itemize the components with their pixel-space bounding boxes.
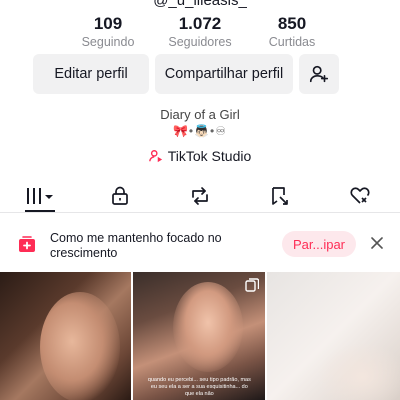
stat-following-label: Seguindo: [81, 35, 135, 49]
video-grid: quando eu percebi... seu tipo padrão, ma…: [0, 272, 400, 400]
close-icon[interactable]: [369, 235, 385, 251]
tab-liked[interactable]: [320, 180, 400, 212]
stat-likes-value: 850: [277, 14, 307, 33]
thumbnail-image: [173, 282, 244, 372]
promo-banner: Como me mantenho focado no crescimento P…: [0, 219, 400, 269]
add-user-icon: [309, 65, 329, 83]
stat-likes[interactable]: 850 Curtidas: [246, 14, 338, 50]
lock-icon: [112, 186, 128, 205]
tab-videos[interactable]: [0, 180, 80, 212]
banner-text: Como me mantenho focado no crescimento: [50, 231, 222, 260]
tab-reposts[interactable]: [160, 180, 240, 212]
stat-likes-label: Curtidas: [268, 35, 316, 49]
stat-followers-value: 1.072: [178, 14, 222, 33]
stat-followers-label: Seguidores: [168, 35, 232, 49]
studio-label: TikTok Studio: [167, 148, 252, 164]
thumbnail-image: [316, 342, 400, 400]
content-tabs: [0, 180, 400, 212]
profile-handle: @_u_illeasis_: [153, 0, 247, 9]
plus-badge-icon: [19, 236, 35, 252]
video-thumbnail[interactable]: [266, 272, 400, 400]
tab-private[interactable]: [80, 180, 160, 212]
repost-icon: [192, 187, 208, 205]
video-thumbnail[interactable]: [0, 272, 132, 400]
profile-stats: 109 Seguindo 1.072 Seguidores 850 Curtid…: [0, 14, 400, 50]
studio-icon: [148, 150, 162, 163]
bookmark-icon: [272, 187, 288, 205]
share-profile-button[interactable]: Compartilhar perfil: [155, 54, 293, 94]
profile-actions: Editar perfil Compartilhar perfil: [33, 54, 339, 94]
video-thumbnail[interactable]: quando eu percebi... seu tipo padrão, ma…: [133, 272, 265, 400]
tab-favorites[interactable]: [240, 180, 320, 212]
video-caption: quando eu percebi... seu tipo padrão, ma…: [147, 377, 251, 397]
stat-followers[interactable]: 1.072 Seguidores: [154, 14, 246, 50]
tabs-divider: [0, 212, 400, 213]
add-friend-button[interactable]: [299, 54, 339, 94]
edit-profile-button[interactable]: Editar perfil: [33, 54, 149, 94]
stat-following-value: 109: [93, 14, 123, 33]
participate-button[interactable]: Par...ipar: [282, 231, 356, 257]
multi-photo-icon: [244, 278, 259, 292]
grid-icon: [27, 188, 53, 204]
tiktok-studio-link[interactable]: TikTok Studio: [0, 148, 400, 164]
stat-following[interactable]: 109 Seguindo: [62, 14, 154, 50]
bio-emojis: 🎀•👼🏻•♾: [172, 124, 228, 138]
heart-icon: [350, 187, 370, 204]
thumbnail-image: [40, 292, 120, 400]
bio-text: Diary of a Girl: [160, 107, 240, 122]
